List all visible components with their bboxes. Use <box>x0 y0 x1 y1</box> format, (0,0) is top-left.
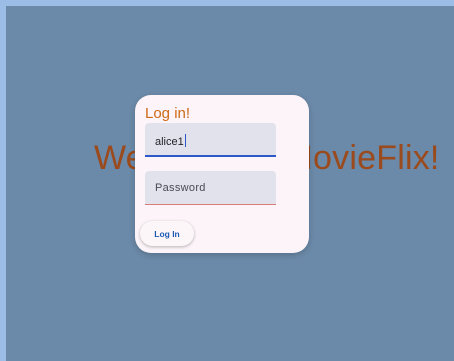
login-dialog: Log in! alice1 Password Log In <box>135 95 309 253</box>
password-field[interactable]: Password <box>145 171 276 205</box>
username-value: alice1 <box>155 136 184 148</box>
dialog-title: Log in! <box>145 105 191 122</box>
username-field[interactable]: alice1 <box>145 123 276 157</box>
login-button[interactable]: Log In <box>140 221 194 246</box>
text-caret <box>184 134 186 147</box>
password-placeholder: Password <box>155 182 206 194</box>
username-input[interactable]: alice1 <box>155 134 186 148</box>
login-button-label: Log In <box>154 228 180 239</box>
